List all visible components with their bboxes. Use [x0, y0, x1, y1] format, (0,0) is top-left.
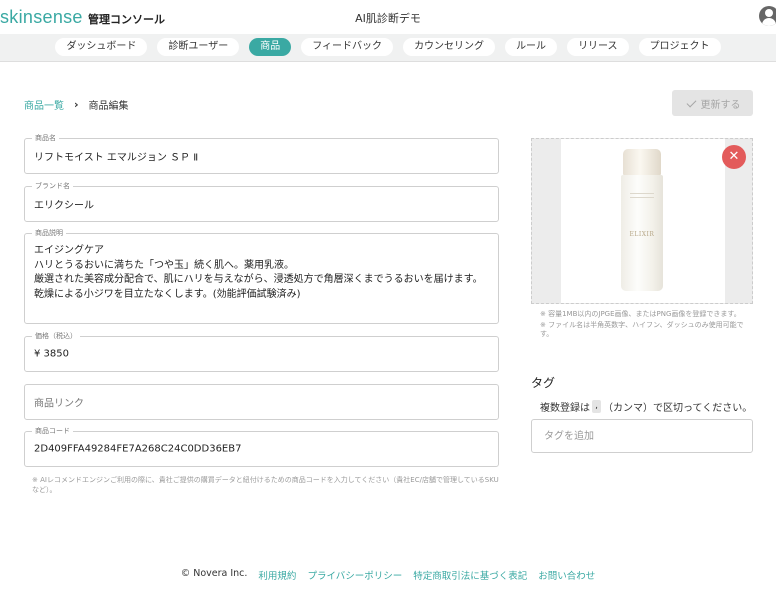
footer: © Novera Inc. 利用規約 プライバシーポリシー 特定商取引法に基づく…	[0, 568, 776, 582]
tab-releases[interactable]: リリース	[567, 38, 629, 56]
tags-heading: タグ	[531, 376, 556, 390]
product-code-label: 商品コード	[32, 427, 73, 436]
tags-help-before: 複数登録は	[540, 403, 590, 414]
description-text: エイジングケア ハリとうるおいに満ちた「つや玉」続く肌へ。薬用乳液。 厳選された…	[34, 244, 489, 302]
footer-link-commerce-law[interactable]: 特定商取引法に基づく表記	[413, 568, 527, 582]
breadcrumb-product-list[interactable]: 商品一覧	[24, 97, 64, 112]
description-field[interactable]: 商品説明 エイジングケア ハリとうるおいに満ちた「つや玉」続く肌へ。薬用乳液。 …	[24, 229, 499, 324]
tab-diagnosis-users[interactable]: 診断ユーザー	[157, 38, 240, 56]
app-title: AI肌診断デモ	[355, 12, 421, 25]
description-line: 乾燥による小ジワを目立たなくします。(効能評価試験済み)	[34, 288, 301, 300]
app-header: skinsense 管理コンソール AI肌診断デモ	[0, 0, 776, 34]
description-line: ハリとうるおいに満ちた「つや玉」続く肌へ。薬用乳液。	[34, 259, 294, 271]
bottle-body: ELIXIR	[621, 175, 663, 291]
main-nav: ダッシュボード 診断ユーザー 商品 フィードバック カウンセリング ルール リリ…	[0, 34, 776, 62]
product-code-field[interactable]: 商品コード 2D409FFA49284FE7A268C24C0DD36EB7	[24, 427, 499, 467]
tab-feedback[interactable]: フィードバック	[301, 38, 394, 56]
tab-projects[interactable]: プロジェクト	[638, 38, 721, 56]
close-icon: ✕	[728, 149, 740, 164]
bottle-brand-text: ELIXIR	[629, 231, 655, 238]
check-icon	[685, 99, 697, 108]
image-hint-size: ※ 容量1MB以内のJPGE画像、またはPNG画像を登録できます。	[540, 310, 741, 318]
brand-name-value: エリクシール	[34, 200, 94, 212]
price-label: 価格（税込）	[32, 332, 80, 341]
product-code-hint: ※ AIレコメンドエンジンご利用の際に、貴社ご提供の購買データと紐付けるための商…	[32, 476, 499, 494]
nav-tab-list: ダッシュボード 診断ユーザー 商品 フィードバック カウンセリング ルール リリ…	[0, 38, 776, 56]
description-label: 商品説明	[32, 229, 66, 238]
breadcrumb-current: 商品編集	[88, 101, 129, 112]
bottle-cap	[623, 149, 661, 175]
remove-image-button[interactable]: ✕	[722, 145, 746, 169]
description-line: エイジングケア	[34, 245, 104, 256]
account-circle-icon[interactable]	[759, 6, 776, 26]
tab-rules[interactable]: ルール	[505, 38, 558, 56]
update-button-label: 更新する	[700, 99, 741, 111]
product-name-field[interactable]: 商品名 リフトモイスト エマルジョン ＳＰ Ⅱ	[24, 134, 499, 174]
price-field[interactable]: 価格（税込） ¥ 3850	[24, 332, 499, 372]
tab-products[interactable]: 商品	[249, 38, 292, 56]
image-hint-filename: ※ ファイル名は半角英数字、ハイフン、ダッシュのみ使用可能です。	[540, 320, 744, 339]
tab-counseling[interactable]: カウンセリング	[403, 38, 496, 56]
tab-dashboard[interactable]: ダッシュボード	[55, 38, 148, 56]
bottle-illustration: ELIXIR	[621, 149, 663, 291]
comma-key-badge: ,	[592, 400, 601, 413]
product-image-dropzone[interactable]: ELIXIR	[531, 138, 753, 304]
tags-help-text: 複数登録は , （カンマ）で区切ってください。	[540, 399, 752, 414]
product-link-placeholder: 商品リンク	[34, 398, 84, 410]
product-image: ELIXIR	[561, 139, 725, 303]
update-button[interactable]: 更新する	[672, 90, 753, 116]
description-line: 厳選された美容成分配合で、肌にハリを与えながら、浸透処方で角層深くまでうるおいを…	[34, 274, 483, 285]
product-code-value: 2D409FFA49284FE7A268C24C0DD36EB7	[34, 443, 242, 455]
breadcrumb-separator: ›	[74, 98, 79, 111]
breadcrumb: 商品一覧 › 商品編集	[24, 97, 129, 112]
product-name-value: リフトモイスト エマルジョン ＳＰ Ⅱ	[34, 152, 199, 164]
product-name-label: 商品名	[32, 134, 59, 143]
image-hints: ※ 容量1MB以内のJPGE画像、またはPNG画像を登録できます。 ※ ファイル…	[540, 310, 750, 341]
bottle-label-line	[630, 197, 654, 198]
footer-link-contact[interactable]: お問い合わせ	[538, 568, 595, 582]
footer-link-terms[interactable]: 利用規約	[258, 568, 296, 582]
brand-name-label: ブランド名	[32, 182, 73, 191]
tags-help-after: （カンマ）で区切ってください。	[603, 403, 753, 414]
price-value: ¥ 3850	[34, 348, 69, 360]
tags-input[interactable]	[531, 419, 753, 453]
product-link-field[interactable]: 商品リンク	[24, 384, 499, 420]
footer-copyright: © Novera Inc.	[180, 568, 248, 579]
bottle-label-line	[630, 193, 654, 194]
footer-link-privacy[interactable]: プライバシーポリシー	[307, 568, 402, 582]
brand-name-field[interactable]: ブランド名 エリクシール	[24, 182, 499, 222]
